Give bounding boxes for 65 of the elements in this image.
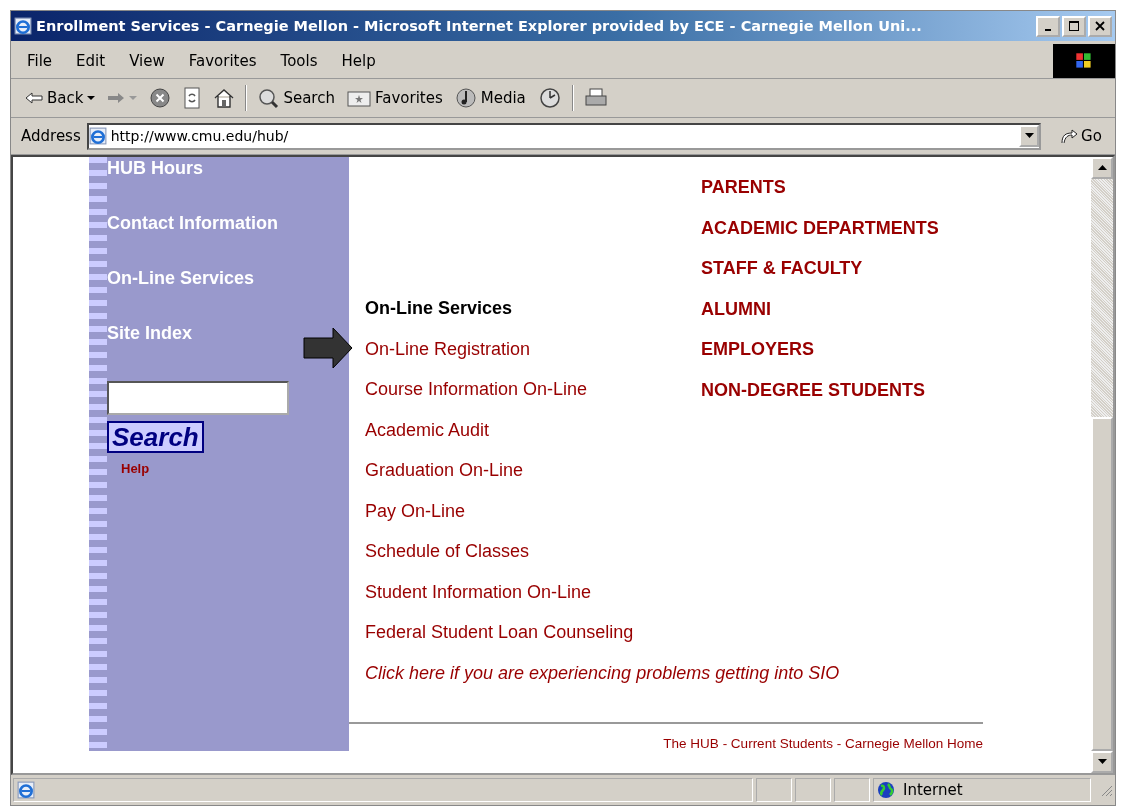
audience-link[interactable]: ALUMNI	[701, 297, 771, 320]
back-arrow-icon	[25, 91, 43, 105]
status-panel	[795, 778, 831, 802]
service-link[interactable]: Click here if you are experiencing problems getting into SIO	[365, 661, 840, 684]
section-heading: On-Line Services	[365, 297, 513, 319]
service-link[interactable]: Course Information On-Line	[365, 378, 588, 400]
minimize-icon	[1045, 29, 1051, 31]
caret-icon	[1097, 759, 1107, 765]
resize-grip[interactable]	[1099, 783, 1113, 797]
menu-item[interactable]: Help	[341, 52, 376, 70]
caret-icon	[129, 95, 138, 101]
browser-icon	[14, 17, 32, 35]
audience-link[interactable]: NON-DEGREE STUDENTS	[701, 378, 925, 401]
maximize-icon	[1068, 20, 1080, 32]
caret-icon	[1097, 165, 1107, 171]
status-panel	[756, 778, 792, 802]
caret-icon	[1024, 133, 1034, 139]
menu-item[interactable]: File	[27, 52, 53, 70]
favorites-button[interactable]: Favorites	[344, 89, 445, 107]
search-field[interactable]	[107, 381, 289, 415]
audience-link[interactable]: ACADEMIC DEPARTMENTS	[701, 216, 939, 239]
search-icon	[257, 87, 280, 109]
minimize-button[interactable]	[1036, 15, 1060, 37]
menu-item[interactable]: Favorites	[188, 52, 257, 70]
dropdown-button[interactable]	[1019, 125, 1039, 147]
menu-item[interactable]: Tools	[280, 52, 318, 70]
address-field[interactable]: http://www.cmu.edu/hub/	[86, 122, 1041, 150]
menu-item[interactable]: Edit	[76, 52, 106, 70]
audience-link[interactable]: PARENTS	[701, 176, 786, 198]
scroll-down-button[interactable]	[1091, 751, 1113, 773]
go-button[interactable]: Go	[1047, 126, 1115, 146]
service-link[interactable]: Schedule of Classes	[365, 540, 530, 562]
service-link[interactable]: Academic Audit	[365, 418, 490, 441]
service-link[interactable]: Federal Student Loan Counseling	[365, 621, 634, 643]
star-folder-icon	[346, 89, 371, 107]
audience-link[interactable]: EMPLOYERS	[701, 338, 815, 360]
globe-icon	[877, 781, 895, 799]
back-button[interactable]: Back	[23, 89, 98, 107]
close-icon	[1094, 20, 1106, 32]
windows-logo	[1053, 44, 1115, 78]
audience-link[interactable]: STAFF & FACULTY	[701, 257, 863, 279]
arrow-icon	[303, 327, 353, 369]
search-button[interactable]: Search	[107, 421, 204, 453]
media-button[interactable]: Media	[452, 87, 528, 109]
window-title: Enrollment Services - Carnegie Mellon - Microsoft Internet Explorer provided by ECE - Carnegie Mellon Uni...	[36, 18, 923, 34]
caret-icon	[87, 95, 96, 101]
music-note-icon	[454, 87, 477, 109]
search-button[interactable]: Search	[255, 87, 337, 109]
go-arrow-icon	[1060, 128, 1079, 144]
scroll-thumb[interactable]	[1091, 417, 1113, 751]
maximize-button[interactable]	[1062, 15, 1086, 37]
status-panel	[834, 778, 870, 802]
service-link[interactable]: Pay On-Line	[365, 499, 466, 522]
page-icon	[17, 781, 35, 799]
address-label: Address	[21, 127, 81, 145]
service-link[interactable]: On-Line Registration	[365, 337, 531, 360]
forward-arrow-icon	[107, 91, 126, 105]
footer-links[interactable]: The HUB - Current Students - Carnegie Mellon Home	[663, 736, 983, 751]
service-link[interactable]: Graduation On-Line	[365, 459, 524, 481]
service-link[interactable]: Student Information On-Line	[365, 580, 592, 603]
menu-item[interactable]: View	[129, 52, 165, 70]
scroll-up-button[interactable]	[1091, 157, 1113, 179]
page-icon	[88, 127, 107, 145]
close-button[interactable]	[1088, 15, 1112, 37]
zone-label: Internet	[903, 781, 963, 799]
